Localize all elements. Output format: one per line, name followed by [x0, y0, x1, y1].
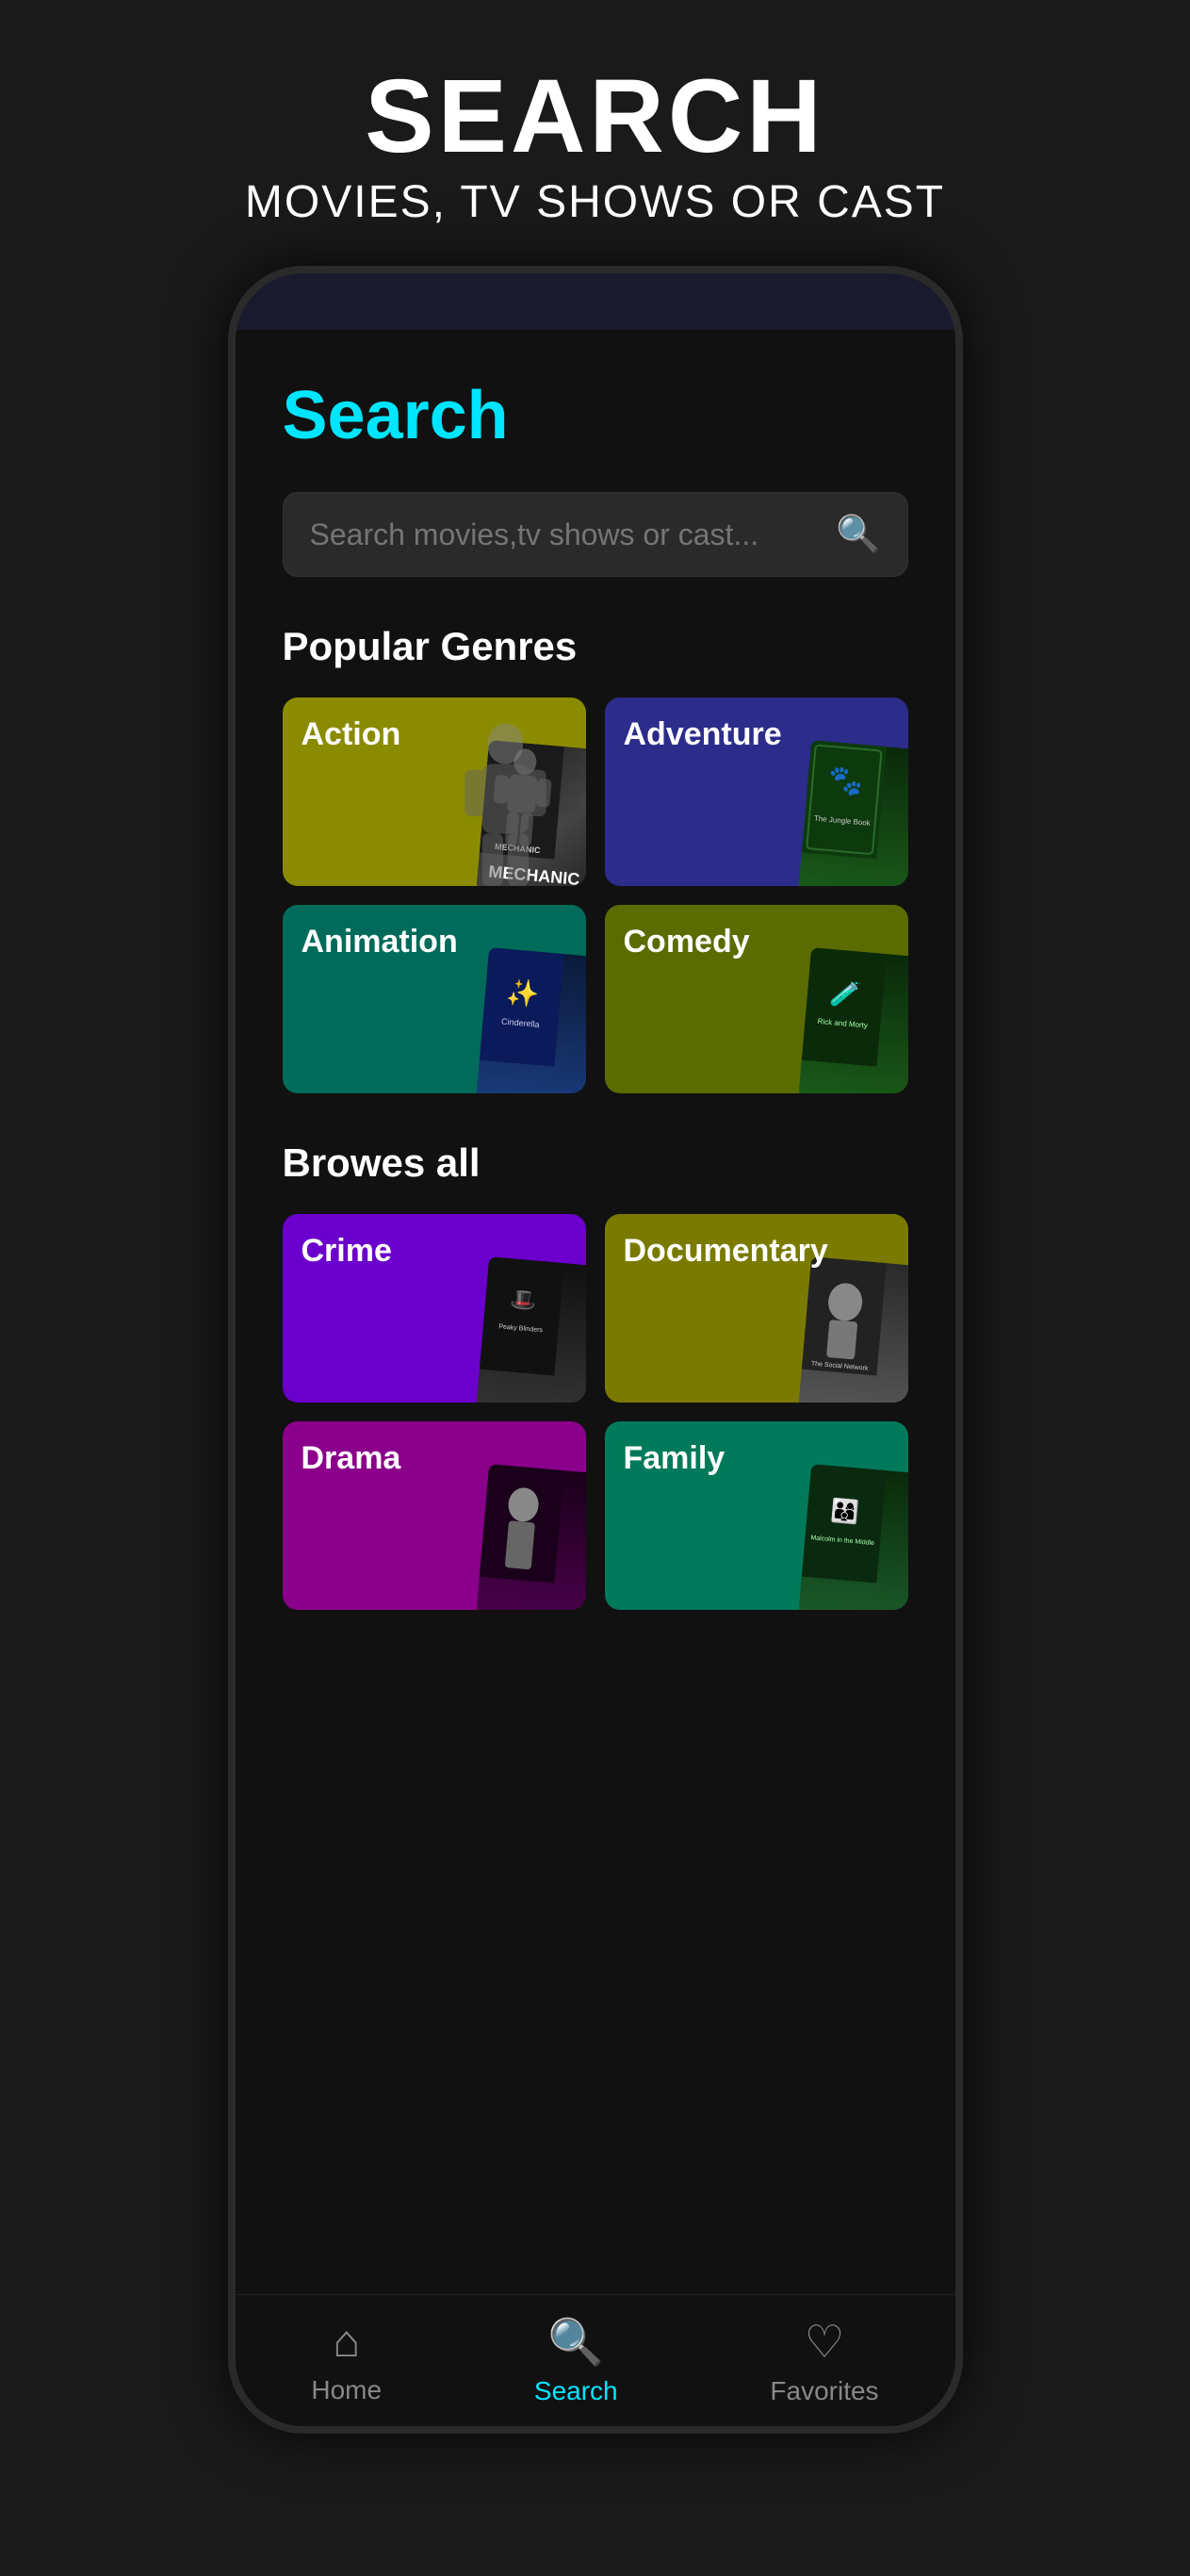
search-nav-label: Search — [534, 2376, 618, 2406]
svg-text:✨: ✨ — [505, 977, 540, 1009]
bottom-nav: ⌂ Home 🔍 Search ♡ Favorites — [236, 2294, 955, 2426]
comedy-poster: 🧪 Rick and Morty — [798, 947, 908, 1093]
genre-action-card[interactable]: Action MECHANIC — [283, 697, 586, 886]
family-label: Family — [624, 1440, 725, 1477]
svg-text:MECHANIC: MECHANIC — [494, 842, 541, 855]
genre-family-card[interactable]: Family 👨‍👩‍👦 Malcolm in the Middle — [605, 1421, 908, 1610]
nav-home[interactable]: ⌂ Home — [311, 2316, 382, 2405]
search-icon: 🔍 — [836, 514, 880, 555]
svg-text:🎩: 🎩 — [509, 1287, 536, 1312]
promo-section: SEARCH MOVIES, TV SHOWS OR CAST — [245, 0, 945, 228]
search-bar-container[interactable]: 🔍 — [283, 492, 908, 577]
search-nav-icon: 🔍 — [547, 2315, 604, 2369]
promo-subtitle: MOVIES, TV SHOWS OR CAST — [245, 176, 945, 228]
home-label: Home — [311, 2375, 382, 2405]
genre-crime-card[interactable]: Crime 🎩 Peaky Blinders — [283, 1214, 586, 1403]
documentary-poster: The Social Network — [798, 1256, 908, 1403]
genre-drama-card[interactable]: Drama — [283, 1421, 586, 1610]
adventure-poster: 🐾 The Jungle Book — [798, 740, 908, 886]
action-label: Action — [302, 716, 401, 753]
favorites-label: Favorites — [770, 2376, 878, 2406]
crime-poster: 🎩 Peaky Blinders — [476, 1256, 586, 1403]
drama-label: Drama — [302, 1440, 401, 1477]
genre-comedy-card[interactable]: Comedy 🧪 Rick and Morty — [605, 905, 908, 1093]
genre-documentary-card[interactable]: Documentary The Social Network — [605, 1214, 908, 1403]
nav-favorites[interactable]: ♡ Favorites — [770, 2316, 878, 2406]
volume-up-button — [228, 632, 236, 707]
svg-text:🧪: 🧪 — [828, 978, 861, 1009]
svg-text:🐾: 🐾 — [826, 764, 864, 798]
home-icon: ⌂ — [333, 2316, 360, 2368]
animation-poster: ✨ Cinderella — [476, 947, 586, 1093]
phone-mockup: Search 🔍 Popular Genres Action — [228, 266, 963, 2434]
popular-genres-heading: Popular Genres — [283, 624, 908, 669]
animation-label: Animation — [302, 924, 458, 960]
family-poster: 👨‍👩‍👦 Malcolm in the Middle — [798, 1464, 908, 1610]
search-input[interactable] — [310, 517, 837, 552]
promo-title: SEARCH — [245, 57, 945, 176]
crime-label: Crime — [302, 1233, 392, 1270]
action-poster: MECHANIC — [476, 740, 586, 886]
status-bar — [236, 273, 955, 330]
volume-down-button — [228, 735, 236, 811]
genre-adventure-card[interactable]: Adventure 🐾 The Jungle Book — [605, 697, 908, 886]
power-button — [955, 679, 963, 792]
genre-animation-card[interactable]: Animation ✨ Cinderella — [283, 905, 586, 1093]
phone-screen: Search 🔍 Popular Genres Action — [236, 330, 955, 2309]
popular-genres-grid: Action MECHANIC — [283, 697, 908, 1093]
documentary-label: Documentary — [624, 1233, 828, 1270]
page-title: Search — [283, 377, 908, 454]
browse-all-heading: Browes all — [283, 1140, 908, 1186]
nav-search[interactable]: 🔍 Search — [534, 2315, 618, 2406]
favorites-icon: ♡ — [804, 2316, 844, 2369]
adventure-label: Adventure — [624, 716, 782, 753]
drama-poster — [476, 1464, 586, 1610]
browse-all-grid: Crime 🎩 Peaky Blinders Documentary — [283, 1214, 908, 1610]
comedy-label: Comedy — [624, 924, 750, 960]
svg-text:👨‍👩‍👦: 👨‍👩‍👦 — [829, 1497, 859, 1525]
